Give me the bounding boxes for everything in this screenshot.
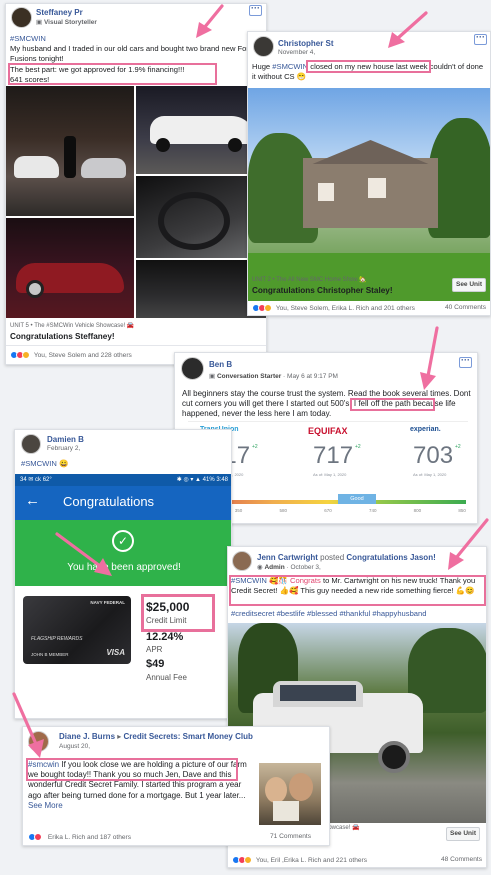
score-equifax: 717: [313, 442, 354, 469]
comments-count[interactable]: 48 Comments: [441, 856, 482, 863]
app-header: ← Congratulations: [15, 486, 231, 520]
reactions-summary[interactable]: Erika L. Rich and 187 others: [28, 833, 131, 841]
post-card-steffaney: Steffaney Pr ▣ Visual Storyteller ··· #S…: [5, 3, 267, 365]
approval-banner: ✓ You have been approved!: [15, 520, 231, 586]
hashtag[interactable]: #SMCWIN: [10, 34, 266, 44]
avatar[interactable]: [253, 36, 274, 57]
wow-icon: [22, 351, 30, 359]
avatar[interactable]: [181, 357, 204, 380]
avatar[interactable]: [21, 434, 41, 454]
score-date: As of: May 1, 2020: [413, 472, 447, 477]
avatar[interactable]: [28, 731, 49, 752]
annual-fee-value: $49: [146, 658, 165, 670]
wow-icon: [264, 304, 272, 312]
see-unit-button[interactable]: See Unit: [446, 827, 480, 841]
highlight-box: [350, 398, 435, 411]
apr-label: APR: [146, 645, 163, 654]
author-name[interactable]: Christopher St: [278, 39, 334, 48]
score-delta: +2: [355, 444, 361, 450]
approved-message: You have been approved!: [67, 562, 181, 573]
check-circle-icon: ✓: [112, 530, 134, 552]
highlight-box: [141, 594, 215, 632]
avatar[interactable]: [232, 551, 252, 571]
author-name[interactable]: Ben B: [209, 360, 232, 369]
bureau-equifax: EQUIFAX: [308, 426, 348, 436]
score-date: As of: May 1, 2020: [313, 472, 347, 477]
congrats-title[interactable]: Congratulations Christopher Staley!: [252, 286, 393, 295]
highlight-box: [306, 60, 431, 73]
post-card-christopher: Christopher St November 4, ··· Huge #SMC…: [247, 31, 491, 316]
post-photo-house[interactable]: [248, 88, 490, 301]
see-more-link[interactable]: See More: [28, 801, 63, 810]
hashtag[interactable]: #SMCWIN 😀: [21, 459, 68, 469]
post-card-diane: Diane J. Burns ▸ Credit Secrets: Smart M…: [22, 726, 330, 846]
author-badge: ▣ Visual Storyteller: [36, 19, 97, 26]
more-options-button[interactable]: ···: [459, 356, 472, 368]
more-options-button[interactable]: ···: [474, 33, 487, 45]
bureau-experian: experian.: [410, 426, 441, 433]
author-name[interactable]: Steffaney Pr: [36, 8, 83, 17]
reactions-summary[interactable]: You, Eril ,Erika L. Rich and 221 others: [232, 856, 367, 864]
see-unit-button[interactable]: See Unit: [452, 278, 486, 292]
score-delta: +2: [455, 444, 461, 450]
hashtag-list[interactable]: #creditsecret #bestlife #blessed #thankf…: [231, 609, 485, 619]
author-name[interactable]: Damien B: [47, 435, 84, 444]
reactions-summary[interactable]: You, Steve Solem, Erika L. Rich and 201 …: [252, 304, 415, 312]
post-photo-red-car[interactable]: [6, 218, 134, 318]
post-header: Jenn Cartwright posted Congratulations J…: [257, 553, 436, 562]
annual-fee-label: Annual Fee: [146, 673, 187, 682]
unit-label[interactable]: UNIT 5 • The #SMCWin Vehicle Showcase! 🚘: [10, 322, 134, 329]
congrats-title[interactable]: Congratulations Steffaney!: [10, 332, 115, 341]
highlight-box: [229, 575, 486, 606]
screen-title: Congratulations: [63, 494, 155, 509]
more-options-button[interactable]: ···: [249, 4, 262, 16]
unit-label[interactable]: howcase! 🚘: [325, 824, 360, 831]
post-photo-couple[interactable]: [259, 763, 321, 825]
post-card-damien: Damien B February 2, #SMCWIN 😀 34 ✉ ck 6…: [14, 429, 232, 719]
back-arrow-icon[interactable]: ←: [25, 492, 40, 509]
author-badge: ◉ Admin · October 3,: [257, 564, 321, 571]
author-badge: ▣ Conversation Starter · May 6 at 9:17 P…: [209, 373, 338, 380]
love-icon: [34, 833, 42, 841]
hashtag[interactable]: #SMCWIN: [272, 62, 308, 71]
post-photo-cars-night[interactable]: [6, 86, 134, 216]
score-experian: 703: [413, 442, 454, 469]
comments-count[interactable]: 71 Comments: [270, 833, 311, 840]
post-date[interactable]: November 4,: [278, 49, 315, 56]
avatar[interactable]: [11, 7, 32, 28]
highlighted-text: I started out 500's.: [286, 399, 352, 409]
post-date[interactable]: August 20,: [59, 743, 90, 750]
credit-card-image: NAVY FEDERAL FLAGSHIP REWARDS JOHN B MEM…: [23, 596, 131, 664]
post-date[interactable]: February 2,: [47, 445, 80, 452]
wow-icon: [244, 856, 252, 864]
apr-value: 12.24%: [146, 631, 184, 643]
highlight-box: [8, 63, 217, 85]
divider: [6, 345, 266, 346]
post-header: Diane J. Burns ▸ Credit Secrets: Smart M…: [59, 732, 253, 741]
reactions-summary[interactable]: You, Steve Solem and 228 others: [10, 351, 132, 359]
comments-count[interactable]: 40 Comments: [445, 304, 486, 311]
unit-label[interactable]: UNIT 2 • The All New SMC Home Show 🏡: [252, 276, 367, 283]
score-rating-badge: Good: [338, 494, 376, 504]
status-bar: 34 ✉ ck 62° ✱ ◎ ▾ ▲ 41% 3:48: [15, 474, 231, 486]
score-delta: +2: [252, 444, 258, 450]
highlight-box: [26, 758, 238, 781]
